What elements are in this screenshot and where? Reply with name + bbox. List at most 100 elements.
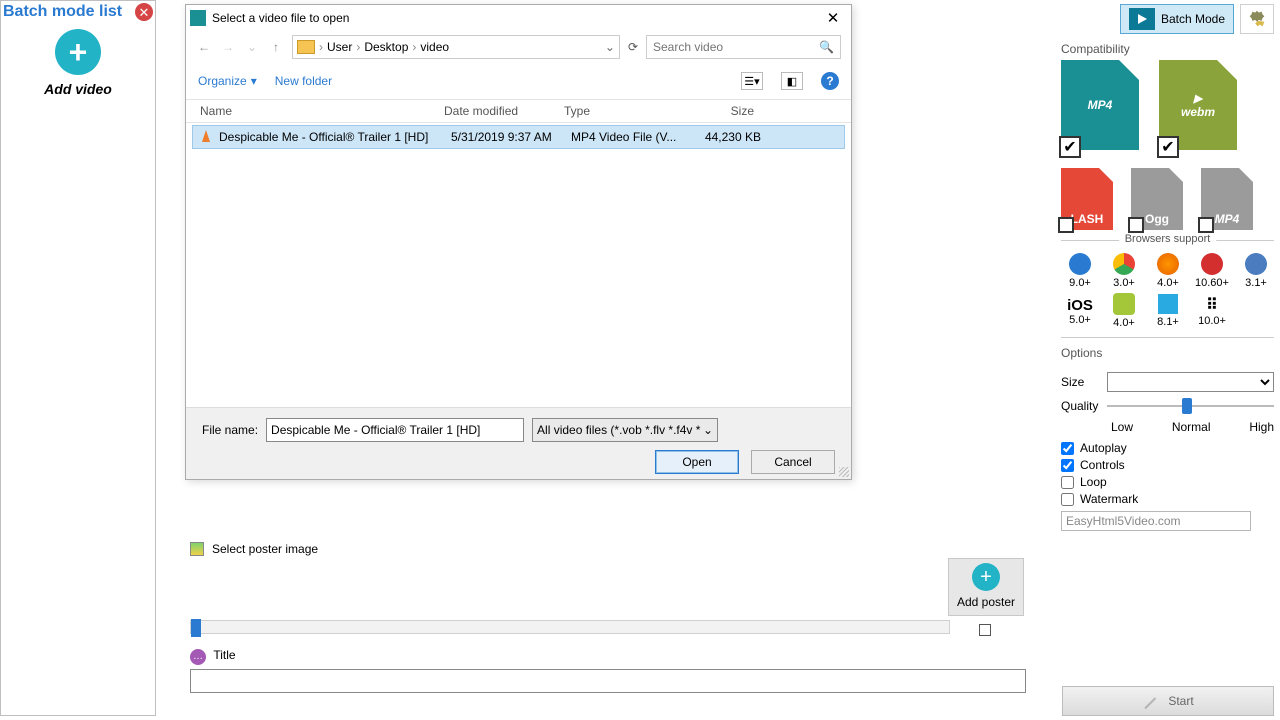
- checkbox-icon[interactable]: ✔: [1059, 136, 1081, 158]
- add-video-label: Add video: [18, 81, 138, 97]
- add-video-button[interactable]: + Add video: [18, 29, 138, 97]
- app-icon: [190, 10, 206, 26]
- add-poster-button[interactable]: + Add poster: [948, 558, 1024, 616]
- checkbox-icon[interactable]: [1198, 217, 1214, 233]
- platform-ios: iOS5.0+: [1061, 297, 1099, 326]
- image-icon: [190, 542, 204, 556]
- title-input[interactable]: [190, 669, 1026, 693]
- quality-tick-low: Low: [1111, 420, 1133, 434]
- poster-section: Select poster image: [190, 542, 1030, 556]
- file-size: 44,230 KB: [689, 130, 769, 144]
- browser-safari: 3.1+: [1237, 253, 1275, 289]
- folder-icon: [297, 40, 315, 54]
- browser-opera: 10.60+: [1193, 253, 1231, 289]
- file-name: Despicable Me - Official® Trailer 1 [HD]: [219, 130, 451, 144]
- quality-label: Quality: [1061, 399, 1101, 413]
- preview-pane-icon[interactable]: ◧: [781, 72, 803, 90]
- file-name-input[interactable]: [266, 418, 524, 442]
- col-date[interactable]: Date modified: [444, 104, 564, 118]
- resize-grip-icon[interactable]: [839, 467, 849, 477]
- controls-checkbox[interactable]: Controls: [1061, 458, 1274, 472]
- watermark-input[interactable]: [1061, 511, 1251, 531]
- format-flash[interactable]: LASH✔: [1061, 168, 1113, 230]
- open-button[interactable]: Open: [655, 450, 739, 474]
- checkbox-icon[interactable]: [1128, 217, 1144, 233]
- new-folder-button[interactable]: New folder: [275, 74, 332, 88]
- help-icon[interactable]: ?: [821, 72, 839, 90]
- loop-checkbox[interactable]: Loop: [1061, 475, 1274, 489]
- checkbox-icon[interactable]: ✔: [1157, 136, 1179, 158]
- file-open-dialog: Select a video file to open ✕ ← → ⌄ ↑ ›U…: [185, 4, 852, 480]
- close-icon[interactable]: ✕: [819, 8, 847, 28]
- file-type: MP4 Video File (V...: [571, 130, 689, 144]
- start-label: Start: [1168, 694, 1193, 708]
- browser-ie: 9.0+: [1061, 253, 1099, 289]
- batch-mode-button[interactable]: Batch Mode: [1120, 4, 1234, 34]
- format-ogg[interactable]: Ogg: [1131, 168, 1183, 230]
- quality-tick-normal: Normal: [1172, 420, 1211, 434]
- dialog-title: Select a video file to open: [212, 11, 349, 25]
- right-panel: Batch Mode Compatibility MP4 ✔ ▶webm ✔ L…: [1055, 0, 1280, 720]
- plus-icon: +: [972, 563, 1000, 591]
- plus-icon: +: [55, 29, 101, 75]
- view-options-icon[interactable]: ☰▾: [741, 72, 763, 90]
- title-section: … Title: [190, 648, 1028, 693]
- chevron-down-icon[interactable]: ⌄: [244, 40, 260, 54]
- start-button[interactable]: Start: [1062, 686, 1274, 716]
- browsers-support-label: Browsers support: [1119, 233, 1217, 245]
- options-label: Options: [1061, 346, 1280, 360]
- col-name[interactable]: Name: [186, 104, 444, 118]
- chevron-down-icon: ▾: [251, 74, 257, 88]
- col-type[interactable]: Type: [564, 104, 682, 118]
- batch-mode-label: Batch Mode: [1161, 12, 1225, 26]
- film-icon: [1129, 8, 1155, 30]
- settings-button[interactable]: [1240, 4, 1274, 34]
- file-date: 5/31/2019 9:37 AM: [451, 130, 571, 144]
- poster-checkbox[interactable]: [979, 624, 991, 636]
- platform-windows: 8.1+: [1149, 294, 1187, 328]
- quality-tick-high: High: [1249, 420, 1274, 434]
- nav-up-icon[interactable]: ↑: [268, 40, 284, 54]
- search-input[interactable]: 🔍: [646, 35, 841, 59]
- format-mp4[interactable]: MP4 ✔: [1061, 60, 1145, 156]
- vlc-icon: [199, 130, 213, 144]
- compatibility-label: Compatibility: [1061, 42, 1280, 56]
- size-select[interactable]: [1107, 372, 1274, 392]
- select-poster-label: Select poster image: [212, 542, 318, 556]
- browser-firefox: 4.0+: [1149, 253, 1187, 289]
- autoplay-checkbox[interactable]: Autoplay: [1061, 441, 1274, 455]
- size-label: Size: [1061, 375, 1101, 389]
- organize-menu[interactable]: Organize▾: [198, 74, 257, 88]
- dialog-titlebar[interactable]: Select a video file to open ✕: [186, 5, 851, 31]
- wand-icon: [1142, 692, 1160, 710]
- nav-back-icon[interactable]: ←: [196, 40, 212, 54]
- platform-android: 4.0+: [1105, 293, 1143, 329]
- sidebar-title: Batch mode list: [3, 3, 122, 21]
- refresh-icon[interactable]: ⟳: [628, 40, 638, 54]
- chevron-down-icon[interactable]: ⌄: [605, 40, 615, 54]
- platform-blackberry: ⠿10.0+: [1193, 295, 1231, 327]
- add-poster-label: Add poster: [949, 595, 1023, 609]
- cancel-button[interactable]: Cancel: [751, 450, 835, 474]
- checkbox-icon[interactable]: ✔: [1058, 217, 1074, 233]
- col-size[interactable]: Size: [682, 104, 762, 118]
- file-type-filter[interactable]: All video files (*.vob *.flv *.f4v * ⌄: [532, 418, 718, 442]
- format-mp4low[interactable]: MP4: [1201, 168, 1253, 230]
- title-label: Title: [213, 648, 235, 662]
- chevron-down-icon: ⌄: [703, 423, 713, 437]
- browser-chrome: 3.0+: [1105, 253, 1143, 289]
- gear-icon: [1246, 8, 1268, 30]
- close-icon[interactable]: ✕: [135, 3, 153, 21]
- watermark-checkbox[interactable]: Watermark: [1061, 492, 1274, 506]
- address-bar[interactable]: ›User ›Desktop ›video ⌄: [292, 35, 620, 59]
- timeline-handle[interactable]: [191, 619, 201, 637]
- file-row[interactable]: Despicable Me - Official® Trailer 1 [HD]…: [192, 125, 845, 149]
- file-list-header[interactable]: Name Date modified Type Size: [186, 99, 851, 123]
- nav-forward-icon[interactable]: →: [220, 40, 236, 54]
- search-icon: 🔍: [819, 40, 834, 54]
- format-webm[interactable]: ▶webm ✔: [1159, 60, 1243, 156]
- file-name-label: File name:: [202, 423, 258, 437]
- poster-timeline[interactable]: [190, 620, 950, 634]
- quality-slider[interactable]: [1107, 396, 1274, 416]
- title-icon: …: [190, 649, 206, 665]
